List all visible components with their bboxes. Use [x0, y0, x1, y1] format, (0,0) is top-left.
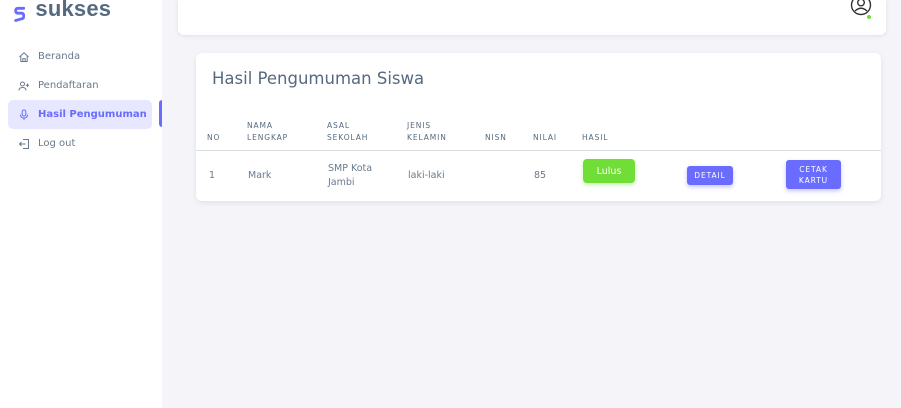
online-status-dot [866, 14, 872, 20]
col-asal-sekolah: ASAL SEKOLAH [327, 121, 369, 142]
top-navbar [178, 0, 886, 35]
cell-nilai: 85 [534, 170, 547, 181]
cell-jenis-kelamin: laki-laki [408, 170, 445, 181]
sidebar-item-hasil-pengumuman[interactable]: Hasil Pengumuman [8, 100, 152, 129]
active-indicator [159, 100, 162, 127]
microphone-icon [20, 109, 28, 120]
brand-name: sma tri sukses [35, 0, 112, 21]
sidebar: sma tri sukses Beranda Pendaftaran Hasil… [0, 0, 162, 408]
cell-no: 1 [209, 170, 216, 181]
sidebar-item-beranda[interactable]: Beranda [8, 42, 152, 71]
col-nama-lengkap: NAMA LENGKAP [247, 121, 289, 142]
col-nisn: NISN [485, 133, 507, 142]
brand-s-logo-icon [14, 6, 26, 22]
cell-nama: Mark [248, 170, 272, 181]
cell-asal-sekolah: SMP Kota Jambi [328, 163, 373, 188]
col-jenis-kelamin: JENIS KELAMIN [407, 121, 447, 142]
sidebar-item-pendaftaran[interactable]: Pendaftaran [8, 71, 152, 100]
table-row: 1 Mark SMP Kota Jambi laki-laki 85 Lulus … [196, 150, 881, 201]
col-hasil: HASIL [582, 133, 609, 142]
sidebar-menu: Beranda Pendaftaran Hasil Pengumuman Log… [0, 42, 162, 158]
sidebar-item-label: Pendaftaran [38, 80, 99, 91]
user-plus-icon [18, 81, 30, 91]
sidebar-item-label: Hasil Pengumuman [38, 109, 147, 120]
cetak-kartu-button[interactable]: CETAK KARTU [786, 160, 841, 189]
sidebar-item-label: Log out [38, 138, 76, 149]
brand[interactable]: sma tri sukses [14, 0, 162, 24]
col-no: NO [207, 133, 221, 142]
home-icon [19, 51, 29, 62]
sidebar-item-log-out[interactable]: Log out [8, 129, 152, 158]
logout-icon [18, 138, 29, 149]
results-card: Hasil Pengumuman Siswa NO NAMA LENGKAP AS… [196, 53, 881, 201]
col-nilai: NILAI [533, 133, 558, 142]
detail-button[interactable]: DETAIL [687, 166, 733, 185]
page-title: Hasil Pengumuman Siswa [212, 69, 425, 88]
status-badge: Lulus [583, 159, 635, 183]
sidebar-item-label: Beranda [38, 51, 81, 62]
